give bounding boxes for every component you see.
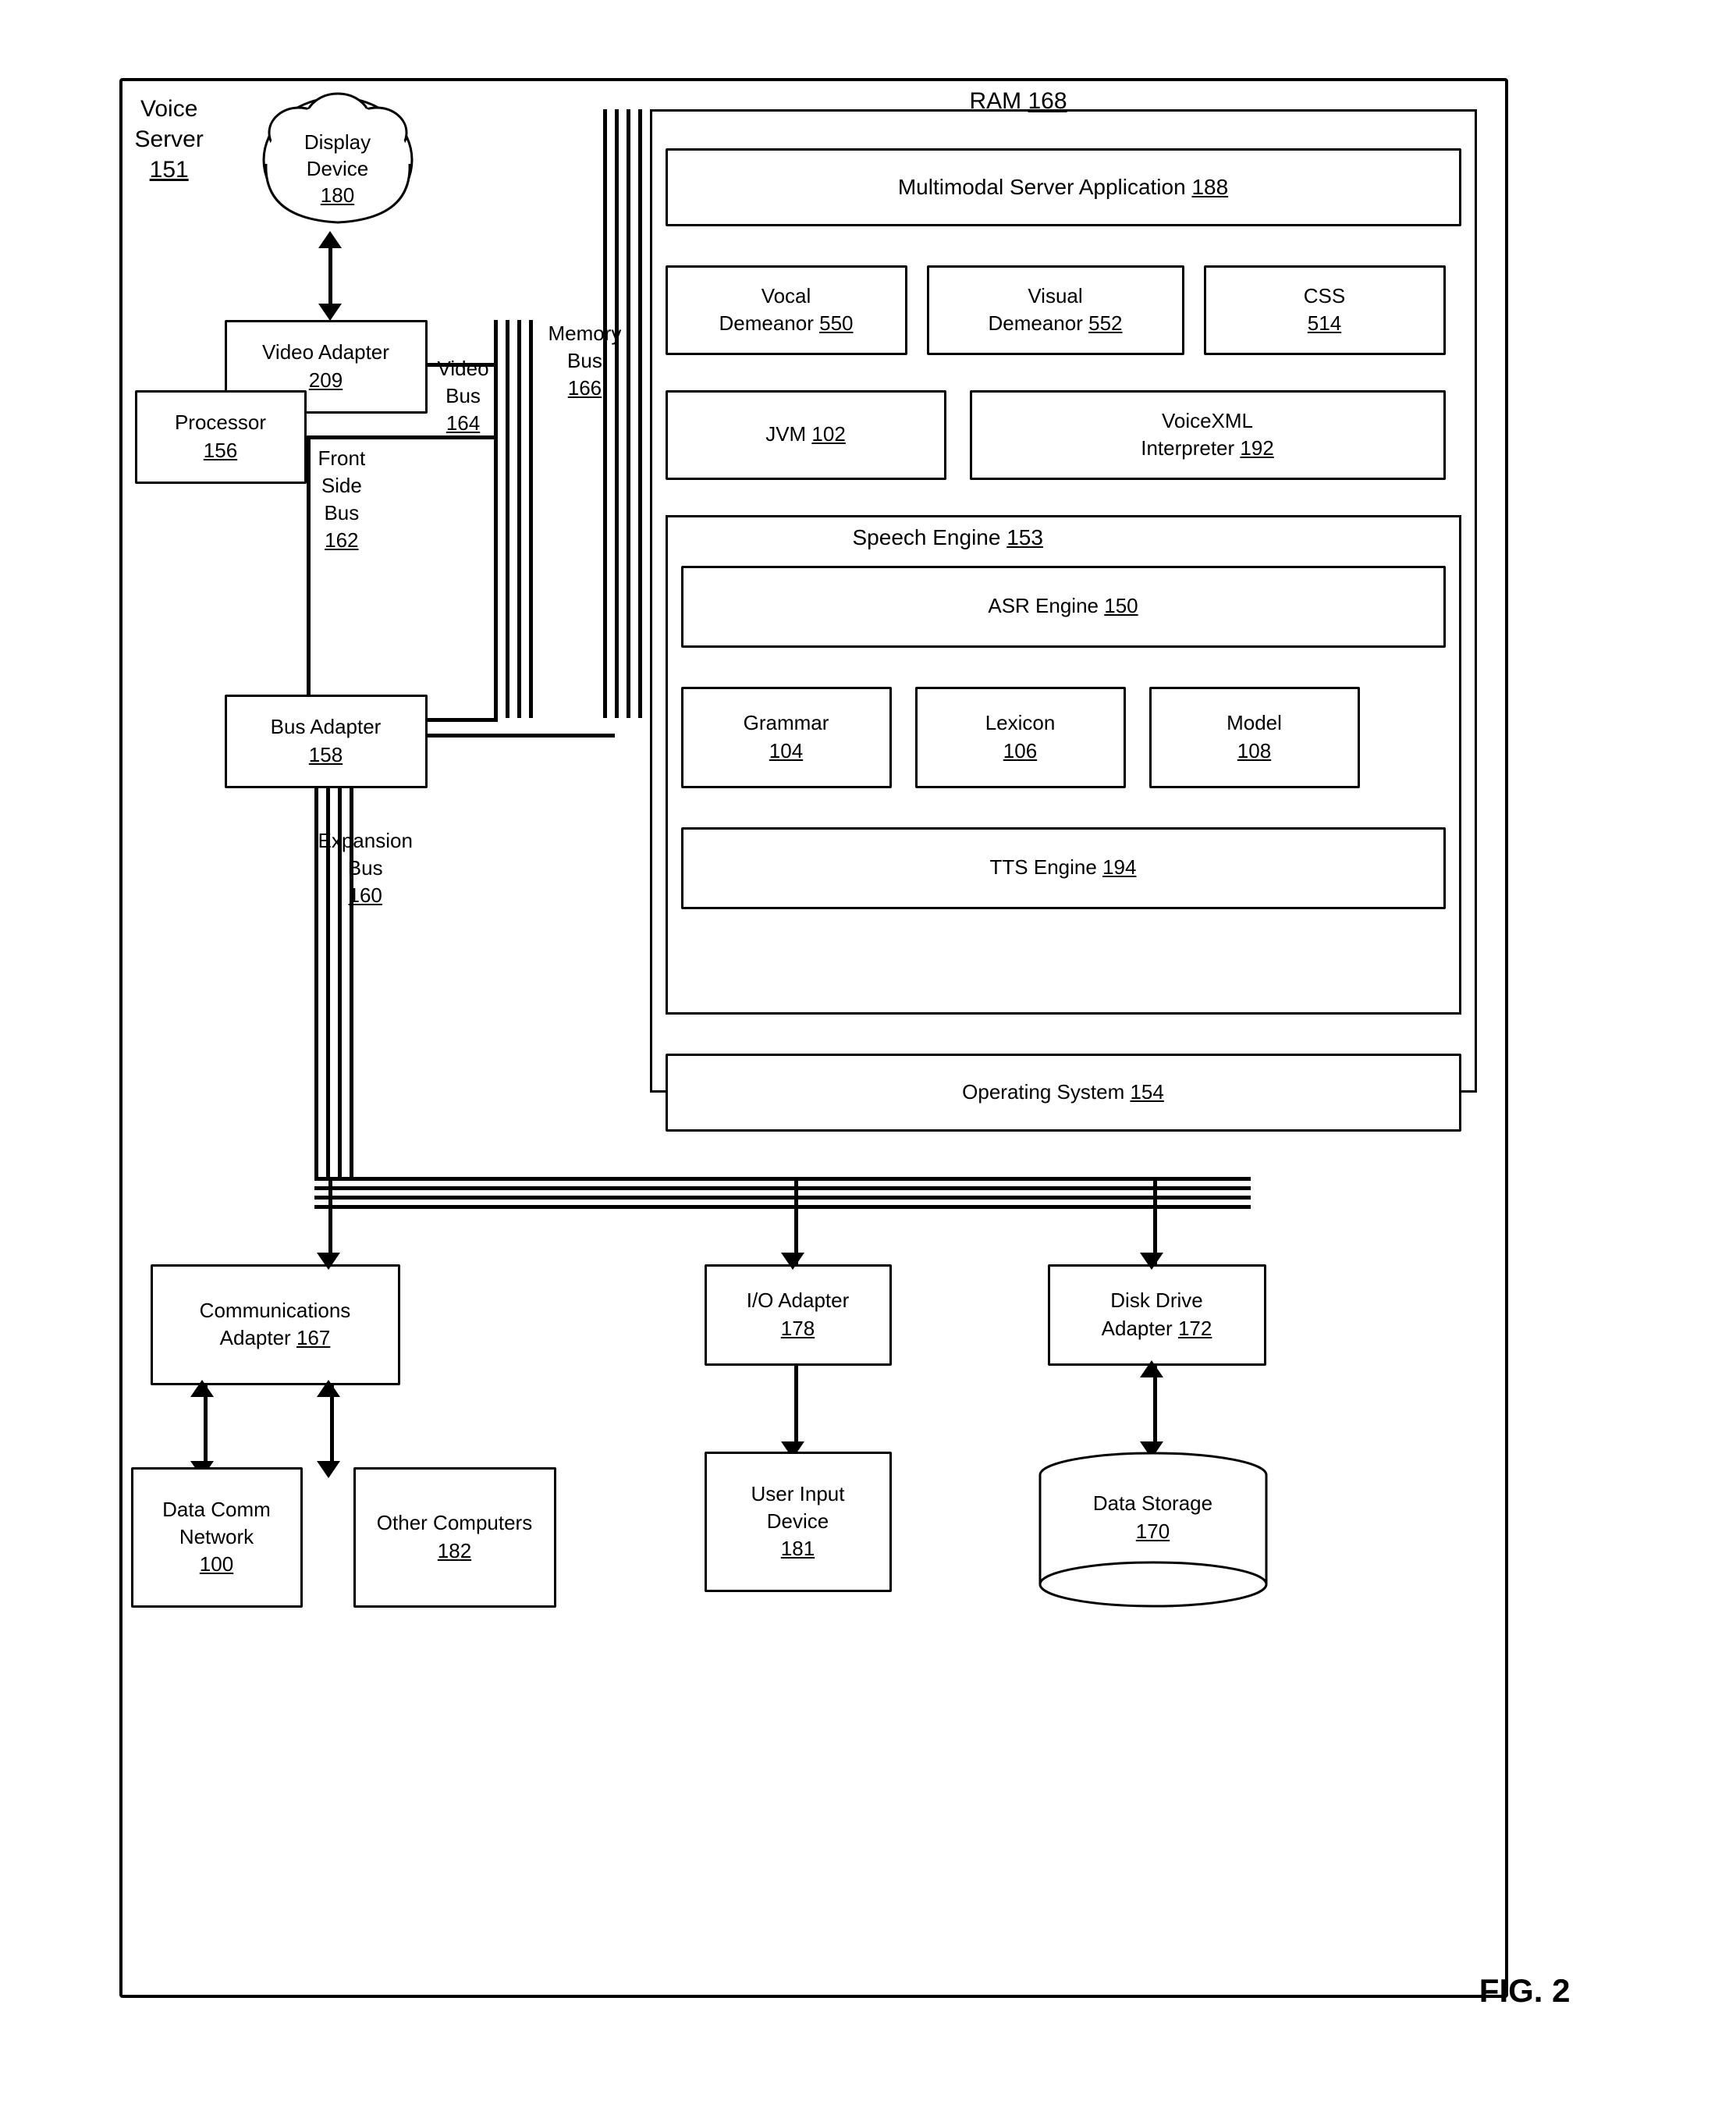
css-box: CSS514	[1204, 265, 1446, 355]
to-user-input-v	[794, 1366, 798, 1444]
processor-box: Processor156	[135, 390, 307, 484]
video-bus-lines	[494, 320, 533, 718]
expansion-bus-lines-v	[314, 788, 353, 1178]
to-other-computers-v	[330, 1385, 334, 1463]
bus-adapter-to-memory-bus-h	[428, 734, 615, 738]
proc-to-busadapter-h	[308, 435, 378, 439]
arrow-up	[318, 231, 342, 248]
disk-drive-adapter-box: Disk DriveAdapter 172	[1048, 1264, 1266, 1366]
expansion-bus-h-line	[314, 1177, 1251, 1181]
other-computers-box: Other Computers182	[353, 1467, 556, 1608]
data-comm-network-box: Data CommNetwork100	[131, 1467, 303, 1608]
vocal-demeanor-box: VocalDemeanor 550	[666, 265, 907, 355]
multimodal-app-box: Multimodal Server Application 188	[666, 148, 1461, 226]
memory-bus-lines	[603, 109, 642, 718]
grammar-box: Grammar104	[681, 687, 892, 788]
io-adapter-box: I/O Adapter178	[705, 1264, 892, 1366]
tts-engine-box: TTS Engine 194	[681, 827, 1446, 909]
diagram-container: VoiceServer151 DisplayDevice1	[88, 47, 1649, 2076]
arrow-to-io	[781, 1253, 804, 1270]
to-data-storage-v	[1153, 1366, 1157, 1444]
video-adapter-h-line	[428, 363, 498, 367]
expansion-bus-h-line3	[314, 1196, 1251, 1200]
asr-engine-box: ASR Engine 150	[681, 566, 1446, 648]
speech-engine-label: Speech Engine 153	[853, 523, 1043, 553]
fig-label: FIG. 2	[1479, 1969, 1571, 2014]
expansion-bus-h-line4	[314, 1205, 1251, 1209]
data-storage-cylinder: Data Storage170	[1024, 1452, 1282, 1608]
lexicon-box: Lexicon106	[915, 687, 1126, 788]
arrow-to-comms	[317, 1253, 340, 1270]
model-box: Model108	[1149, 687, 1360, 788]
bus-adapter-to-video-bus-h	[428, 718, 498, 722]
to-data-comm-v	[204, 1385, 208, 1463]
front-side-bus-v-line	[307, 435, 311, 701]
display-device: DisplayDevice180	[252, 90, 424, 234]
arrow-down-other-comp	[317, 1461, 340, 1478]
video-bus-label: VideoBus164	[438, 355, 489, 437]
voice-server-label: VoiceServer151	[135, 94, 204, 185]
user-input-device-box: User InputDevice181	[705, 1452, 892, 1592]
arrow-to-disk	[1140, 1253, 1163, 1270]
os-box: Operating System 154	[666, 1054, 1461, 1132]
arrow-up-data-comm	[190, 1380, 214, 1397]
ram-label: RAM 168	[970, 86, 1067, 118]
arrow-up-data-storage	[1140, 1360, 1163, 1377]
comms-adapter-box: CommunicationsAdapter 167	[151, 1264, 400, 1385]
expansion-bus-h-line2	[314, 1186, 1251, 1190]
arrow-up-other-comp	[317, 1380, 340, 1397]
front-side-bus-label: FrontSideBus162	[318, 445, 366, 554]
jvm-box: JVM 102	[666, 390, 946, 480]
arrow-down	[318, 304, 342, 321]
page: VoiceServer151 DisplayDevice1	[0, 0, 1736, 2122]
bus-adapter-box: Bus Adapter158	[225, 695, 428, 788]
visual-demeanor-box: VisualDemeanor 552	[927, 265, 1184, 355]
voicexml-box: VoiceXMLInterpreter 192	[970, 390, 1446, 480]
